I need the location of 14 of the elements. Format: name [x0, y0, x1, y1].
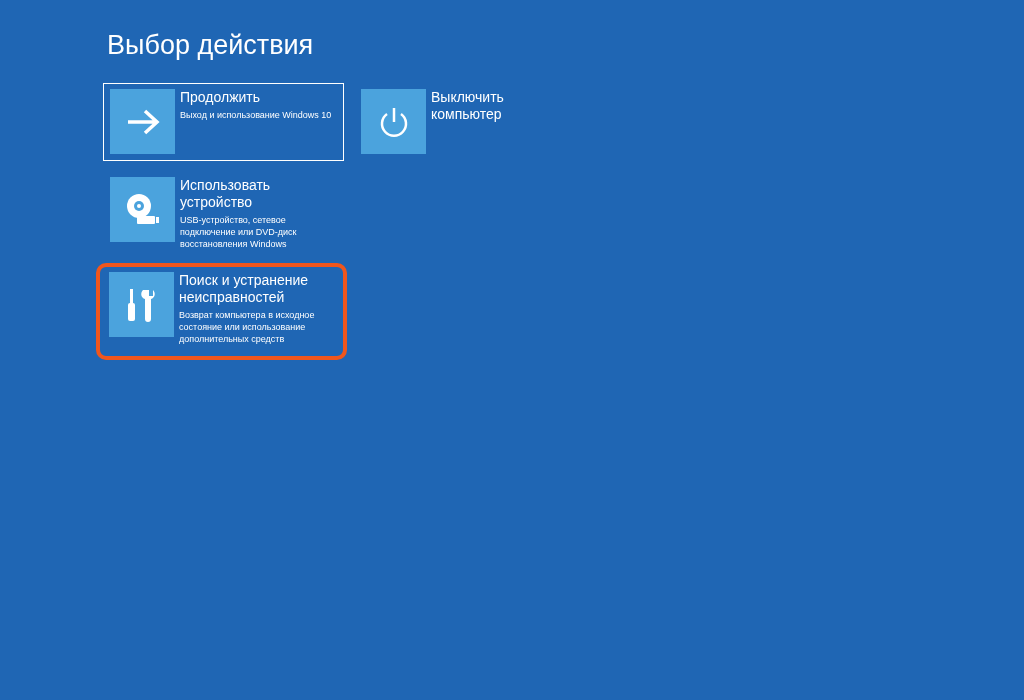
arrow-right-icon: [125, 108, 160, 135]
option-description: Выход и использование Windows 10: [180, 109, 332, 121]
option-title: Выключить компьютер: [431, 89, 505, 123]
screen-title: Выбор действия: [107, 30, 315, 61]
option-tile[interactable]: Выключить компьютер: [360, 83, 530, 161]
option-description: USB-устройство, сетевое подключение или DVD-диск восстановления Windows: [180, 214, 298, 250]
power-icon: [378, 105, 409, 138]
option-tile[interactable]: Поиск и устранение неисправностей Возврат компьютера в исходное состояние или использование дополнительных средств: [96, 263, 347, 360]
option-tile[interactable]: Использовать устройство USB-устройство, сетевое подключение или DVD-диск восстановления Windows: [103, 171, 344, 256]
option-tile[interactable]: Продолжить Выход и использование Windows 10: [103, 83, 344, 161]
option-description: Возврат компьютера в исходное состояние или использование дополнительных средств: [179, 309, 316, 345]
option-title: Использовать устройство: [180, 177, 272, 211]
option-title: Поиск и устранение неисправностей: [179, 272, 310, 306]
option-title: Продолжить: [180, 89, 262, 106]
